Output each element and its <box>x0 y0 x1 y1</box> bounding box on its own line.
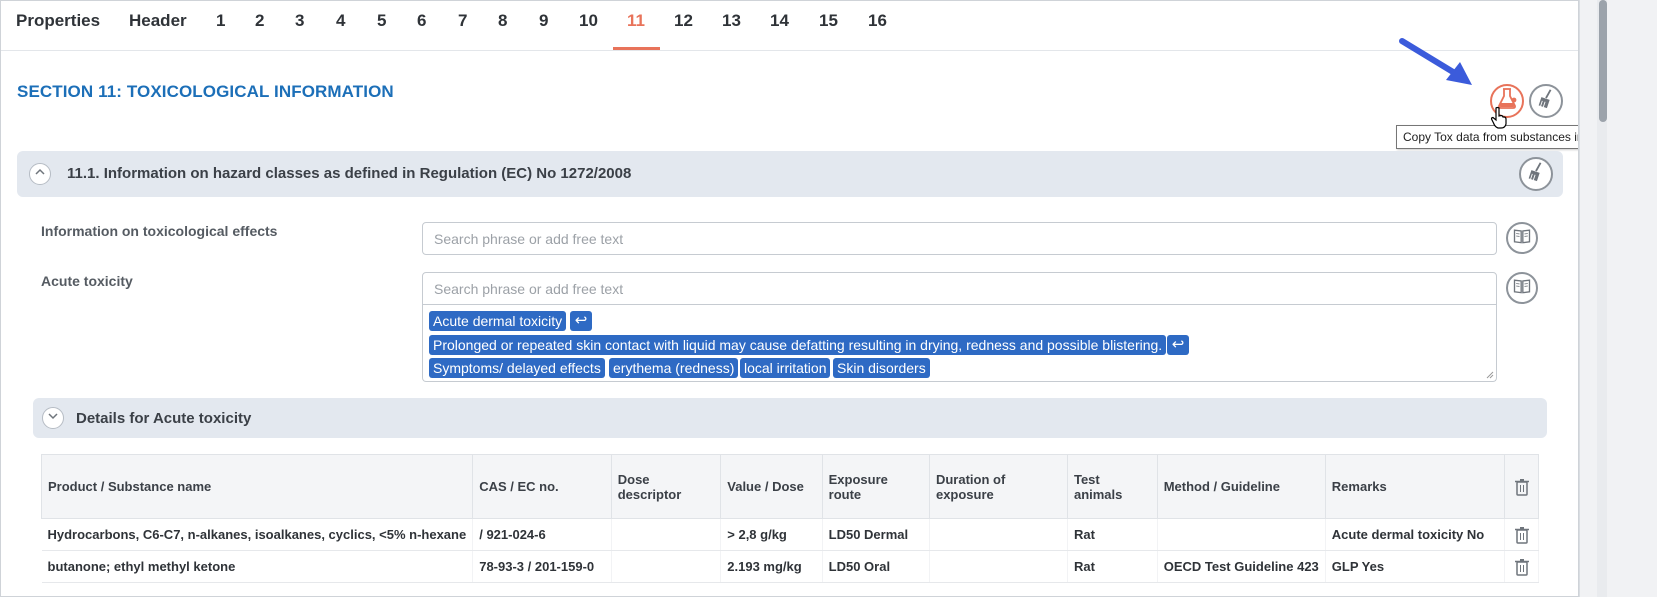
tab-16[interactable]: 16 <box>868 11 887 41</box>
column-header[interactable]: Exposure route <box>821 454 930 519</box>
line-break-chip[interactable]: ↩ <box>570 311 592 331</box>
table-cell: > 2,8 g/kg <box>720 518 823 551</box>
tab-header[interactable]: Header <box>129 11 187 41</box>
tab-8[interactable]: 8 <box>498 11 507 41</box>
tab-15[interactable]: 15 <box>819 11 838 41</box>
delete-row-button[interactable] <box>1504 518 1539 551</box>
table-cell <box>929 518 1068 551</box>
tab-9[interactable]: 9 <box>539 11 548 41</box>
phrase-chip[interactable]: erythema (redness) <box>609 358 739 378</box>
phrase-book-button[interactable] <box>1506 222 1538 254</box>
trash-icon <box>1511 526 1532 544</box>
table-cell <box>1157 518 1326 551</box>
accordion-clear-button[interactable] <box>1519 157 1553 191</box>
table-cell <box>611 518 722 551</box>
table-cell <box>929 550 1068 583</box>
chevron-down-icon <box>47 409 59 427</box>
column-header[interactable]: Dose descriptor <box>610 454 722 519</box>
table-cell: Rat <box>1067 518 1158 551</box>
section-tabs: Properties Header 1 2 3 4 5 6 7 8 9 10 1… <box>1 1 1578 51</box>
column-header[interactable]: Value / Dose <box>720 454 823 519</box>
hand-cursor-icon <box>1490 106 1507 129</box>
table-cell: / 921-024-6 <box>472 518 612 551</box>
tab-12[interactable]: 12 <box>674 11 693 41</box>
field-label-acute-toxicity: Acute toxicity <box>41 273 133 289</box>
active-tab-indicator <box>613 47 660 50</box>
chevron-up-icon <box>34 165 46 183</box>
table-cell: GLP Yes <box>1325 550 1506 583</box>
trash-icon <box>1511 558 1532 576</box>
table-cell: Rat <box>1067 550 1158 583</box>
column-header[interactable]: Remarks <box>1324 454 1506 519</box>
tab-14[interactable]: 14 <box>770 11 789 41</box>
phrase-book-icon <box>1512 226 1532 251</box>
delete-all-button[interactable] <box>1504 454 1539 519</box>
field-label-toxicological-effects: Information on toxicological effects <box>41 223 278 239</box>
table-cell: OECD Test Guideline 423 <box>1157 550 1326 583</box>
annotation-arrow-icon <box>1399 38 1472 85</box>
tab-7[interactable]: 7 <box>458 11 467 41</box>
table-cell: Hydrocarbons, C6-C7, n-alkanes, isoalkan… <box>41 518 474 551</box>
collapse-button[interactable] <box>29 163 51 185</box>
expand-button[interactable] <box>42 407 64 429</box>
tab-3[interactable]: 3 <box>295 11 304 41</box>
accordion-title: 11.1. Information on hazard classes as d… <box>67 165 632 182</box>
acute-toxicity-search-input[interactable] <box>422 272 1497 305</box>
phrase-chip[interactable]: Symptoms/ delayed effects <box>429 358 605 378</box>
tab-2[interactable]: 2 <box>255 11 264 41</box>
phrase-chip[interactable]: Skin disorders <box>833 358 930 378</box>
table-cell: 2.193 mg/kg <box>720 550 823 583</box>
table-cell: Acute dermal toxicity No <box>1325 518 1506 551</box>
column-header[interactable]: Method / Guideline <box>1156 454 1326 519</box>
trash-icon <box>1511 478 1532 496</box>
details-title: Details for Acute toxicity <box>76 410 252 427</box>
clear-section-button[interactable] <box>1529 84 1563 118</box>
table-cell: butanone; ethyl methyl ketone <box>41 550 474 583</box>
line-break-chip[interactable]: ↩ <box>1167 335 1189 355</box>
tab-13[interactable]: 13 <box>722 11 741 41</box>
table-cell: LD50 Dermal <box>822 518 930 551</box>
column-header[interactable]: Duration of exposure <box>928 454 1068 519</box>
phrase-book-button[interactable] <box>1506 272 1538 304</box>
broom-icon <box>1535 88 1557 115</box>
tab-11[interactable]: 11 <box>627 11 645 41</box>
tab-10[interactable]: 10 <box>579 11 598 41</box>
toxicological-effects-search-input[interactable] <box>422 222 1497 255</box>
column-header[interactable]: CAS / EC no. <box>472 454 612 519</box>
phrase-chip[interactable]: local irritation <box>740 358 831 378</box>
tab-5[interactable]: 5 <box>377 11 386 41</box>
phrase-book-icon <box>1512 276 1532 301</box>
tooltip: Copy Tox data from substances into secti… <box>1396 125 1578 149</box>
scrollbar-thumb[interactable] <box>1599 0 1607 122</box>
resize-handle-icon[interactable] <box>1486 371 1494 379</box>
table-row[interactable]: Hydrocarbons, C6-C7, n-alkanes, isoalkan… <box>41 518 1539 551</box>
acute-toxicity-table: Product / Substance name CAS / EC no. Do… <box>40 454 1539 583</box>
table-cell: LD50 Oral <box>822 550 930 583</box>
section-title: SECTION 11: TOXICOLOGICAL INFORMATION <box>17 82 394 101</box>
table-cell <box>611 550 722 583</box>
details-accordion-header[interactable] <box>33 398 1547 438</box>
tab-1[interactable]: 1 <box>216 11 225 41</box>
phrase-chip[interactable]: Acute dermal toxicity <box>429 311 567 331</box>
table-cell: 78-93-3 / 201-159-0 <box>472 550 612 583</box>
delete-row-button[interactable] <box>1504 550 1539 583</box>
right-panel <box>1579 0 1657 597</box>
broom-icon <box>1525 161 1547 188</box>
tab-6[interactable]: 6 <box>417 11 426 41</box>
table-header-row: Product / Substance name CAS / EC no. Do… <box>40 454 1539 519</box>
tab-properties[interactable]: Properties <box>16 11 100 41</box>
column-header[interactable]: Product / Substance name <box>40 454 474 519</box>
sds-editor: Properties Header 1 2 3 4 5 6 7 8 9 10 1… <box>0 0 1579 597</box>
column-header[interactable]: Test animals <box>1066 454 1158 519</box>
tab-4[interactable]: 4 <box>336 11 345 41</box>
table-row[interactable]: butanone; ethyl methyl ketone 78-93-3 / … <box>41 550 1539 583</box>
phrase-chip[interactable]: Prolonged or repeated skin contact with … <box>429 335 1167 355</box>
